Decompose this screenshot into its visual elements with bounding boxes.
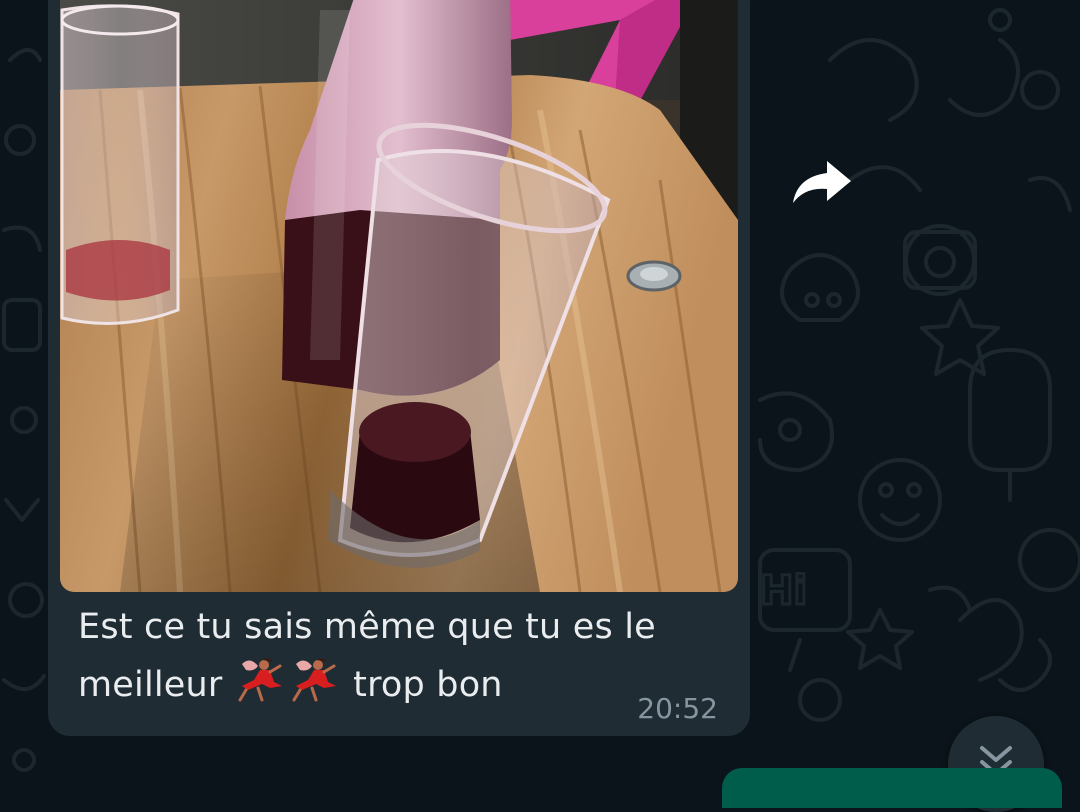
forward-button[interactable] — [784, 150, 860, 214]
forward-arrow-icon — [793, 161, 851, 203]
caption-word: meilleur — [78, 665, 223, 705]
wallpaper-hi-doodle: Hi — [760, 568, 807, 614]
message-timestamp: 20:52 — [637, 692, 718, 725]
message-photo[interactable] — [60, 0, 738, 592]
caption-line-1: Est ce tu sais même que tu es le — [78, 607, 656, 647]
message-caption: Est ce tu sais même que tu es le meilleu… — [78, 598, 698, 714]
outgoing-message-bubble[interactable] — [722, 768, 1062, 808]
incoming-message-bubble[interactable]: Est ce tu sais même que tu es le meilleu… — [48, 0, 750, 736]
dancer-emoji — [236, 656, 286, 702]
dancer-emoji — [290, 656, 340, 702]
caption-tail: trop bon — [353, 665, 503, 705]
